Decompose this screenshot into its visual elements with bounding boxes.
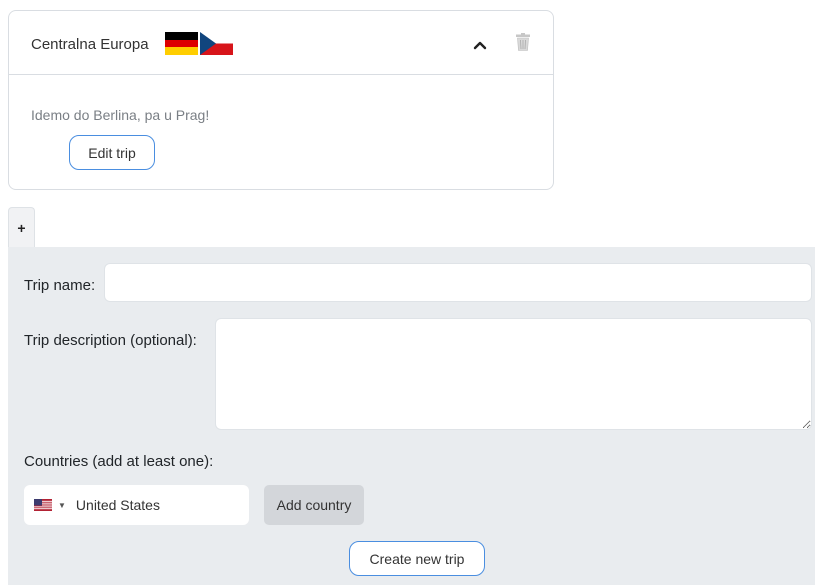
germany-flag-icon	[165, 32, 198, 56]
new-trip-form: Trip name: Trip description (optional): …	[8, 247, 815, 585]
trash-icon[interactable]	[515, 33, 531, 51]
us-flag-icon	[34, 499, 52, 511]
trip-name-label: Trip name:	[24, 277, 96, 294]
trip-description: Idemo do Berlina, pa u Prag!	[31, 107, 210, 123]
trip-description-textarea[interactable]	[215, 318, 812, 430]
trip-flags	[165, 32, 233, 56]
trip-card-header[interactable]: Centralna Europa	[9, 11, 553, 75]
trip-description-label: Trip description (optional):	[24, 332, 197, 349]
trip-card-body: Idemo do Berlina, pa u Prag! Edit trip	[9, 75, 553, 190]
countries-label: Countries (add at least one):	[24, 453, 214, 470]
create-trip-button[interactable]: Create new trip	[349, 541, 485, 576]
edit-trip-button[interactable]: Edit trip	[69, 135, 155, 170]
caret-down-icon: ▼	[58, 500, 66, 510]
add-country-button[interactable]: Add country	[264, 485, 364, 525]
selected-country: United States	[75, 497, 160, 513]
tab-add-trip[interactable]: +	[8, 207, 35, 247]
trip-title: Centralna Europa	[31, 36, 149, 53]
chevron-up-icon[interactable]	[473, 38, 487, 52]
trip-card: Centralna Europa Idemo do Berlina, pa u …	[8, 10, 554, 190]
czech-flag-icon	[200, 32, 233, 55]
country-select[interactable]: ▼ United States	[24, 485, 249, 525]
trip-name-input[interactable]	[104, 263, 812, 302]
